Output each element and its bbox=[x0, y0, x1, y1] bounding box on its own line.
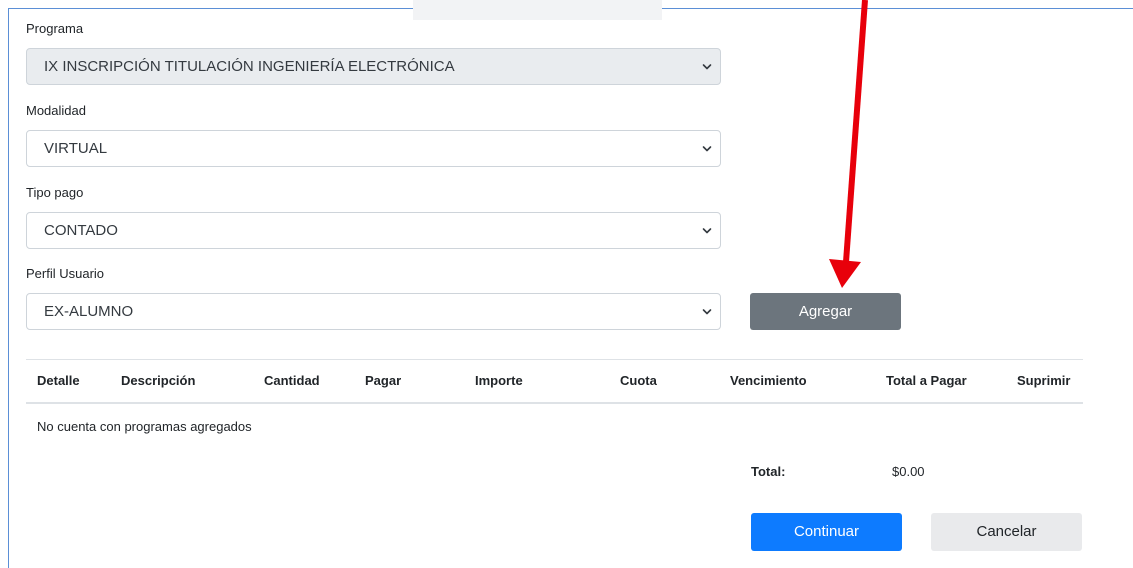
perfil-usuario-select[interactable]: EX-ALUMNO bbox=[26, 293, 721, 330]
column-header-suprimir: Suprimir bbox=[1017, 373, 1071, 388]
chevron-down-icon bbox=[702, 146, 712, 152]
column-header-cuota: Cuota bbox=[620, 373, 657, 388]
header-tab-strip bbox=[413, 0, 662, 20]
column-header-vencimiento: Vencimiento bbox=[730, 373, 807, 388]
cancelar-button[interactable]: Cancelar bbox=[931, 513, 1082, 551]
chevron-down-icon bbox=[702, 228, 712, 234]
column-header-cantidad: Cantidad bbox=[264, 373, 320, 388]
programs-table-header: Detalle Descripción Cantidad Pagar Impor… bbox=[26, 359, 1083, 404]
programa-label: Programa bbox=[26, 21, 84, 36]
perfil-usuario-label: Perfil Usuario bbox=[26, 266, 105, 281]
tipo-pago-select-value: CONTADO bbox=[44, 222, 118, 239]
modalidad-label: Modalidad bbox=[26, 103, 86, 118]
column-header-descripcion: Descripción bbox=[121, 373, 196, 388]
programa-select-value: IX INSCRIPCIÓN TITULACIÓN INGENIERÍA ELE… bbox=[44, 58, 455, 75]
tipo-pago-select[interactable]: CONTADO bbox=[26, 212, 721, 249]
total-value: $0.00 bbox=[892, 464, 925, 479]
total-label: Total: bbox=[751, 464, 786, 479]
column-header-detalle: Detalle bbox=[37, 373, 80, 388]
tipo-pago-label: Tipo pago bbox=[26, 185, 84, 200]
column-header-pagar: Pagar bbox=[365, 373, 402, 388]
chevron-down-icon bbox=[702, 309, 712, 315]
empty-table-message: No cuenta con programas agregados bbox=[37, 419, 252, 434]
modalidad-select-value: VIRTUAL bbox=[44, 140, 108, 157]
programa-select[interactable]: IX INSCRIPCIÓN TITULACIÓN INGENIERÍA ELE… bbox=[26, 48, 721, 85]
agregar-button[interactable]: Agregar bbox=[750, 293, 901, 330]
column-header-total-a-pagar: Total a Pagar bbox=[886, 373, 967, 388]
modalidad-select[interactable]: VIRTUAL bbox=[26, 130, 721, 167]
continuar-button[interactable]: Continuar bbox=[751, 513, 902, 551]
perfil-usuario-select-value: EX-ALUMNO bbox=[44, 303, 134, 320]
chevron-down-icon bbox=[702, 64, 712, 70]
form-panel bbox=[8, 8, 1133, 568]
column-header-importe: Importe bbox=[475, 373, 523, 388]
